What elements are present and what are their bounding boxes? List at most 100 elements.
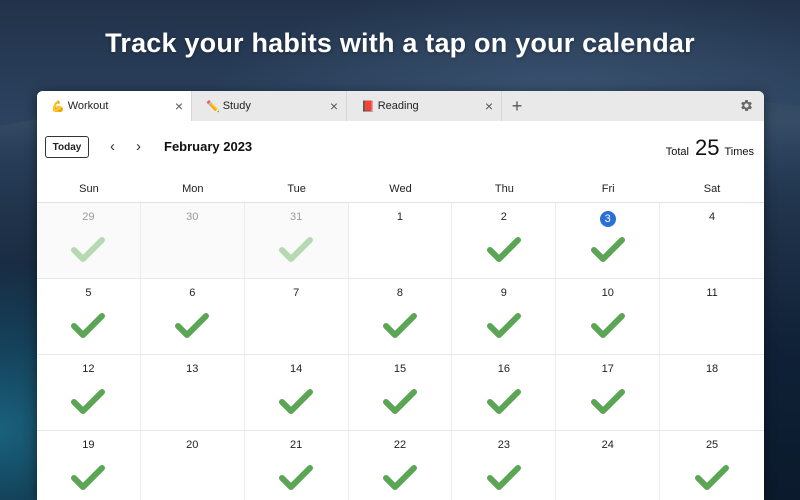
day-cell[interactable]: 6 <box>141 279 245 354</box>
day-cell[interactable]: 2 <box>452 203 557 278</box>
day-cell[interactable]: 31 <box>244 203 349 278</box>
day-cell[interactable]: 30 <box>140 203 245 278</box>
calendar-weeks: 29 30 31 1 2 3 4 5 6 7 8 9 10 11 12 13 14 15 16 17 18 19 20 21 2… <box>37 202 764 500</box>
date-number: 25 <box>705 439 719 451</box>
day-cell[interactable]: 12 <box>37 355 141 430</box>
promo-headline: Track your habits with a tap on your cal… <box>105 28 695 58</box>
day-cell[interactable]: 9 <box>452 279 557 354</box>
date-number: 6 <box>189 287 196 299</box>
checkmark-icon <box>279 237 314 262</box>
prev-month-icon[interactable]: ‹ <box>110 138 115 156</box>
weekday-header: Sun Mon Tue Wed Thu Fri Sat <box>37 175 764 202</box>
pencil-icon: ✏️ <box>206 100 220 113</box>
calendar-week-row: 29 30 31 1 2 3 4 <box>37 203 764 279</box>
app-window: 💪 Workout × ✏️ Study × 📕 Reading × + Tod… <box>37 91 764 500</box>
day-cell[interactable]: 1 <box>349 203 453 278</box>
book-icon: 📕 <box>361 100 375 113</box>
date-number: 19 <box>82 439 95 451</box>
date-number: 9 <box>500 287 507 299</box>
date-number: 14 <box>290 363 303 375</box>
day-cell[interactable]: 29 <box>37 203 141 278</box>
close-tab-icon[interactable]: × <box>175 99 183 113</box>
day-cell[interactable]: 23 <box>452 431 557 500</box>
close-tab-icon[interactable]: × <box>485 99 493 113</box>
checkmark-icon <box>279 465 314 490</box>
date-number: 23 <box>497 439 510 451</box>
new-tab-button[interactable]: + <box>502 91 532 121</box>
day-cell[interactable]: 16 <box>452 355 557 430</box>
checkmark-icon <box>279 389 314 414</box>
checkmark-icon <box>382 465 417 490</box>
date-number: 31 <box>290 211 303 223</box>
next-month-icon[interactable]: › <box>136 138 141 156</box>
checkmark-icon <box>590 313 625 338</box>
tab-label: Workout <box>67 100 109 112</box>
date-number: 5 <box>85 287 92 299</box>
tab-bar: 💪 Workout × ✏️ Study × 📕 Reading × + <box>37 91 764 121</box>
calendar-week-row: 5 6 7 8 9 10 11 <box>37 279 764 355</box>
date-number: 29 <box>82 211 95 223</box>
date-number: 8 <box>396 287 404 299</box>
checkmark-icon <box>382 313 417 338</box>
day-cell[interactable]: 17 <box>556 355 661 430</box>
checkmark-icon <box>71 389 106 414</box>
gear-icon[interactable] <box>739 98 754 113</box>
date-number: 2 <box>500 211 507 223</box>
date-number: 4 <box>709 211 716 223</box>
weekday-label: Tue <box>287 182 306 195</box>
muscle-icon: 💪 <box>51 100 65 113</box>
today-button[interactable]: Today <box>45 136 89 158</box>
date-number: 30 <box>186 211 199 223</box>
date-number: 13 <box>186 363 199 375</box>
tab-label: Reading <box>377 100 419 112</box>
date-number: 17 <box>601 363 614 375</box>
weekday-label: Sun <box>79 182 99 195</box>
day-cell[interactable]: 19 <box>37 431 141 500</box>
today-circle: 3 <box>599 211 616 227</box>
date-number: 7 <box>293 287 300 299</box>
day-cell[interactable]: 13 <box>141 355 245 430</box>
tab-reading[interactable]: 📕 Reading × <box>347 91 502 121</box>
day-cell[interactable]: 22 <box>349 431 453 500</box>
date-number: 1 <box>396 211 404 223</box>
tab-study[interactable]: ✏️ Study × <box>192 91 347 121</box>
calendar-week-row: 12 13 14 15 16 17 18 <box>37 355 764 431</box>
tab-label: Study <box>222 100 251 112</box>
date-number: 21 <box>290 439 303 451</box>
calendar-grid: Sun Mon Tue Wed Thu Fri Sat 29 30 31 1 2 3 4 5 6 7 8 9 10 1… <box>37 175 764 500</box>
day-cell[interactable]: 8 <box>349 279 453 354</box>
checkmark-icon <box>486 313 521 338</box>
day-cell[interactable]: 7 <box>245 279 349 354</box>
day-cell[interactable]: 20 <box>141 431 245 500</box>
checkmark-icon <box>175 313 210 338</box>
weekday-label: Wed <box>389 182 412 195</box>
day-cell[interactable]: 4 <box>660 203 764 278</box>
calendar-week-row: 19 20 21 22 23 24 25 <box>37 431 764 500</box>
date-number: 15 <box>393 363 407 375</box>
month-title: February 2023 <box>164 139 253 154</box>
tab-workout[interactable]: 💪 Workout × <box>37 91 192 121</box>
date-number: 20 <box>186 439 199 451</box>
day-cell[interactable]: 25 <box>660 431 764 500</box>
day-cell[interactable]: 21 <box>245 431 349 500</box>
date-number: 24 <box>601 439 614 451</box>
weekday-label: Mon <box>182 182 204 195</box>
day-cell[interactable]: 5 <box>37 279 141 354</box>
close-tab-icon[interactable]: × <box>330 99 338 113</box>
date-number: 12 <box>82 363 95 375</box>
checkmark-icon <box>71 465 106 490</box>
total-count: 25 <box>694 135 720 160</box>
checkmark-icon <box>486 465 521 490</box>
day-cell[interactable]: 11 <box>660 279 764 354</box>
checkmark-icon <box>695 465 730 490</box>
weekday-label: Thu <box>494 182 514 195</box>
day-cell[interactable]: 18 <box>660 355 764 430</box>
date-number: 18 <box>705 363 719 375</box>
checkmark-icon <box>590 389 625 414</box>
weekday-label: Sat <box>703 182 721 195</box>
day-cell[interactable]: 3 <box>556 203 661 278</box>
day-cell[interactable]: 14 <box>245 355 349 430</box>
day-cell[interactable]: 10 <box>556 279 661 354</box>
day-cell[interactable]: 15 <box>349 355 453 430</box>
day-cell[interactable]: 24 <box>556 431 661 500</box>
